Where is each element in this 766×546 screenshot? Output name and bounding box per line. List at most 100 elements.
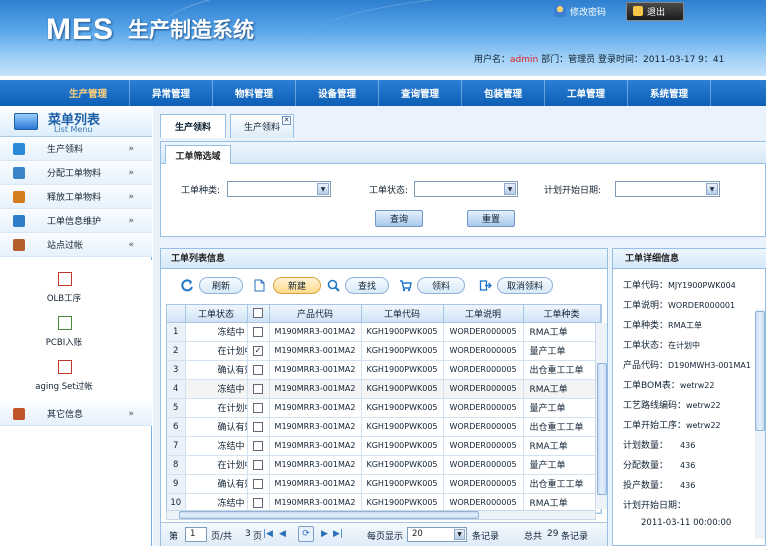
total-count: 29 bbox=[547, 529, 559, 539]
refresh-page-icon[interactable]: ⟳ bbox=[298, 526, 314, 542]
sidebar-item-0[interactable]: 生产领料» bbox=[0, 137, 152, 161]
logout-button[interactable]: 退出 bbox=[626, 1, 685, 21]
new-doc-icon bbox=[253, 279, 266, 292]
folder-icon bbox=[13, 407, 25, 420]
sidebar: 菜单列表 List Menu OLB工序 PCBI入账 aging Set过帐 生产… bbox=[0, 106, 152, 546]
table-row[interactable]: 6确认有效M190MRR3-001MA2KGH1900PWK005WORDER0… bbox=[167, 417, 601, 437]
date-select[interactable]: ▼ bbox=[615, 181, 720, 197]
nav-item-5[interactable]: 包装管理 bbox=[462, 80, 545, 106]
app-title: 生产制造系统 bbox=[128, 18, 254, 42]
refresh-button[interactable]: 刷新 bbox=[199, 277, 243, 294]
app-header: MES 生产制造系统 修改密码 退出 用户名：admin 部门：管理员 登录时间… bbox=[0, 0, 766, 76]
list-title: 工单列表信息 bbox=[161, 249, 607, 269]
cancel-pick-button[interactable]: 取消领料 bbox=[497, 277, 553, 294]
last-page-icon[interactable]: ▶| bbox=[333, 529, 343, 539]
clipboard-icon bbox=[13, 166, 25, 179]
sidebar-item-1[interactable]: 分配工单物料» bbox=[0, 161, 152, 185]
nav-item-7[interactable]: 系统管理 bbox=[628, 80, 711, 106]
select-all-checkbox[interactable] bbox=[247, 305, 270, 323]
query-button[interactable]: 查询 bbox=[375, 210, 423, 227]
nav-item-6[interactable]: 工单管理 bbox=[545, 80, 628, 106]
row-checkbox[interactable] bbox=[247, 398, 270, 418]
submenu-item-0[interactable]: OLB工序 bbox=[4, 292, 124, 304]
row-checkbox[interactable] bbox=[247, 474, 270, 494]
box-icon bbox=[13, 190, 25, 203]
pager: 第 1 页/共 3 页 |◀ ◀ ⟳ ▶ ▶| 每页显示 20 ▼ 条记录 总共 … bbox=[161, 522, 607, 546]
table-row[interactable]: 9确认有效M190MRR3-001MA2KGH1900PWK005WORDER0… bbox=[167, 474, 601, 494]
table-row[interactable]: 8在计划中M190MRR3-001MA2KGH1900PWK005WORDER0… bbox=[167, 455, 601, 475]
table-row[interactable]: 3确认有效M190MRR3-001MA2KGH1900PWK005WORDER0… bbox=[167, 360, 601, 380]
per-page-select[interactable]: 20 ▼ bbox=[407, 527, 467, 542]
next-page-icon[interactable]: ▶ bbox=[321, 529, 328, 539]
detail-field: 工单种类：RMA工单 bbox=[623, 321, 702, 331]
status-select[interactable]: ▼ bbox=[414, 181, 518, 197]
detail-scrollbar[interactable] bbox=[755, 309, 765, 539]
row-checkbox[interactable] bbox=[247, 417, 270, 437]
table-row[interactable]: 2在计划中✓M190MRR3-001MA2KGH1900PWK005WORDER… bbox=[167, 341, 601, 361]
detail-field: 工单开始工序：wetrw22 bbox=[623, 421, 721, 431]
sidebar-item-3[interactable]: 工单信息维护» bbox=[0, 209, 152, 233]
detail-field: 工艺路线编码：wetrw22 bbox=[623, 401, 721, 411]
change-password-link[interactable]: 修改密码 bbox=[548, 3, 612, 20]
info-icon bbox=[13, 214, 25, 227]
process-icon[interactable] bbox=[58, 272, 72, 286]
tab-production-picking-1[interactable]: 生产领料 bbox=[160, 114, 226, 138]
nav-item-4[interactable]: 查询管理 bbox=[379, 80, 462, 106]
col-header-status[interactable]: 工单状态 bbox=[185, 305, 248, 323]
status-label: 工单状态: bbox=[369, 186, 409, 196]
row-checkbox[interactable] bbox=[247, 379, 270, 399]
detail-field: 投产数量： 436 bbox=[623, 481, 696, 491]
chevron-down-icon: ▼ bbox=[454, 529, 465, 540]
detail-field: 工单代码：MJY1900PWK004 bbox=[623, 281, 736, 291]
col-header-code[interactable]: 工单代码 bbox=[361, 305, 444, 323]
row-checkbox[interactable] bbox=[247, 360, 270, 380]
wrench-icon bbox=[13, 142, 25, 155]
table-horizontal-scrollbar[interactable] bbox=[166, 510, 596, 520]
pcb-icon[interactable] bbox=[58, 316, 72, 330]
row-checkbox[interactable] bbox=[247, 322, 270, 342]
nav-item-3[interactable]: 设备管理 bbox=[296, 80, 379, 106]
find-button[interactable]: 查找 bbox=[345, 277, 389, 294]
row-checkbox[interactable] bbox=[247, 455, 270, 475]
first-page-icon[interactable]: |◀ bbox=[263, 529, 273, 539]
row-checkbox[interactable] bbox=[247, 436, 270, 456]
table-row[interactable]: 7 冻结中 M190MRR3-001MA2 KGH1900PWK005 WORDER00… bbox=[167, 436, 601, 456]
user-key-icon bbox=[554, 5, 566, 17]
col-header-product[interactable]: 产品代码 bbox=[269, 305, 362, 323]
pick-material-button[interactable]: 领料 bbox=[417, 277, 465, 294]
nav-item-2[interactable]: 物料管理 bbox=[213, 80, 296, 106]
new-button[interactable]: 新建 bbox=[273, 277, 321, 294]
close-icon[interactable]: ✕ bbox=[282, 116, 291, 125]
detail-field: 产品代码：D190MWH3-001MA1 bbox=[623, 361, 751, 371]
date-label: 计划开始日期: bbox=[544, 186, 602, 196]
username: admin bbox=[510, 55, 539, 65]
table-row[interactable]: 4 冻结中 M190MRR3-001MA2 KGH1900PWK005 WORDER00… bbox=[167, 379, 601, 399]
work-order-detail-panel: 工单详细信息 工单代码：MJY1900PWK004 工单说明：WORDER0000… bbox=[612, 248, 766, 546]
nav-item-1[interactable]: 异常管理 bbox=[130, 80, 213, 106]
col-header-desc[interactable]: 工单说明 bbox=[443, 305, 524, 323]
table-row[interactable]: 1 冻结中 M190MRR3-001MA2 KGH1900PWK005 WORDER00… bbox=[167, 322, 601, 342]
col-header-type[interactable]: 工单种类 bbox=[523, 305, 601, 323]
sidebar-item-4[interactable]: 站点过帐 « bbox=[0, 233, 152, 257]
sidebar-item-other[interactable]: 其它信息» bbox=[0, 402, 152, 426]
list-toolbar: 刷新 新建 查找 领料 取消领料 bbox=[161, 273, 607, 299]
exit-icon bbox=[633, 6, 644, 16]
page-input[interactable]: 1 bbox=[185, 527, 207, 542]
submenu-item-1[interactable]: PCBI入账 bbox=[4, 336, 124, 348]
tab-production-picking-2[interactable]: 生产领料 ✕ bbox=[230, 114, 294, 138]
reset-button[interactable]: 重置 bbox=[467, 210, 515, 227]
type-select[interactable]: ▼ bbox=[227, 181, 331, 197]
refresh-icon bbox=[181, 279, 194, 292]
cart-icon bbox=[399, 279, 412, 292]
row-checkbox[interactable]: ✓ bbox=[247, 341, 270, 361]
login-time: 2011-03-17 9：41 bbox=[643, 55, 725, 65]
app-logo: MES bbox=[46, 13, 115, 46]
table-vertical-scrollbar[interactable] bbox=[595, 323, 607, 509]
sidebar-item-2[interactable]: 释放工单物料» bbox=[0, 185, 152, 209]
detail-field: 工单说明：WORDER000001 bbox=[623, 301, 736, 311]
aging-icon[interactable] bbox=[58, 360, 72, 374]
submenu-item-2[interactable]: aging Set过帐 bbox=[4, 380, 124, 392]
table-row[interactable]: 5在计划中M190MRR3-001MA2KGH1900PWK005WORDER0… bbox=[167, 398, 601, 418]
prev-page-icon[interactable]: ◀ bbox=[279, 529, 286, 539]
nav-item-0[interactable]: 生产管理 bbox=[47, 80, 130, 106]
